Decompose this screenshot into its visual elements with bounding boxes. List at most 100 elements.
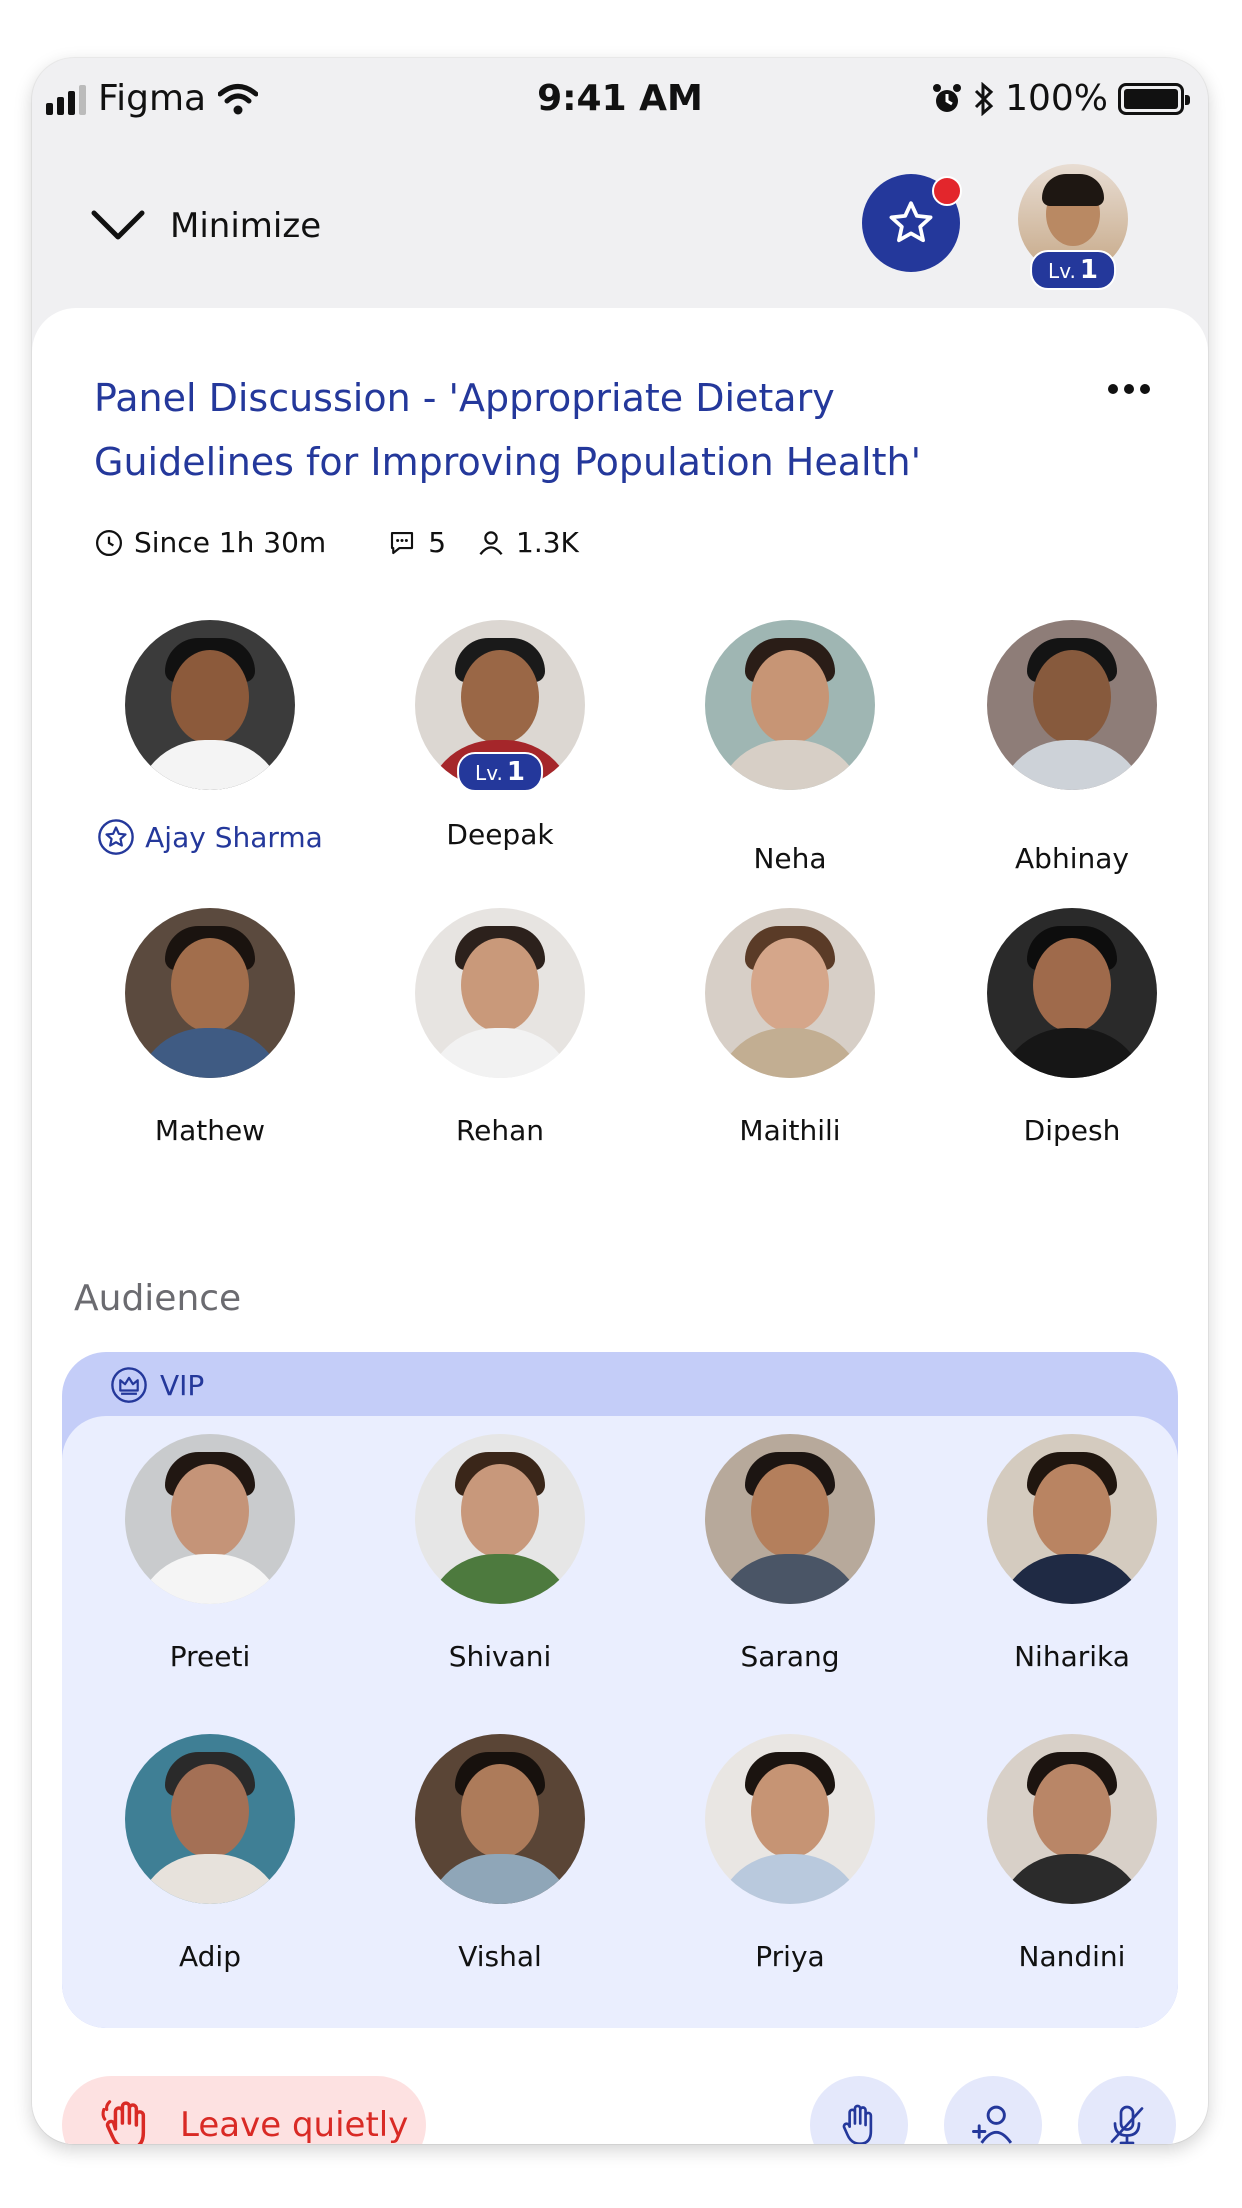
profile-level-prefix: Lv. <box>1048 259 1076 283</box>
level-prefix: Lv. <box>475 761 503 785</box>
audience-tile[interactable]: Niharika <box>952 1434 1178 1673</box>
speaker-name: Abhinay <box>1015 842 1129 875</box>
duration-meta: Since 1h 30m <box>94 526 326 559</box>
mic-off-icon <box>1110 2105 1144 2144</box>
bluetooth-icon <box>975 81 994 116</box>
favorites-button[interactable] <box>862 174 962 272</box>
raise-hand-button[interactable] <box>810 2076 908 2144</box>
alarm-icon <box>933 83 962 112</box>
raise-hand-icon <box>842 2104 873 2144</box>
avatar <box>125 1434 295 1604</box>
comments-meta: 5 <box>386 526 446 559</box>
avatar <box>987 620 1157 790</box>
room-card: Panel Discussion - 'Appropriate Dietary … <box>32 308 1208 2144</box>
room-title-line1: Panel Discussion - 'Appropriate Dietary <box>94 376 835 420</box>
profile-level-badge: Lv. 1 <box>1030 250 1116 290</box>
more-options-button[interactable] <box>1108 384 1150 394</box>
status-right: 100% <box>931 78 1190 119</box>
audience-name: Nandini <box>1018 1940 1126 1973</box>
battery-icon <box>1118 82 1190 115</box>
level-value: 1 <box>506 757 525 787</box>
audience-tile[interactable]: Nandini <box>952 1734 1178 1973</box>
since-label: Since 1h 30m <box>134 526 327 559</box>
speaker-name: Rehan <box>455 1114 545 1147</box>
avatar <box>987 1734 1157 1904</box>
speaker-tile[interactable]: Dipesh <box>952 908 1192 1147</box>
avatar <box>987 908 1157 1078</box>
speaker-name: Dipesh <box>1023 1114 1121 1147</box>
profile-avatar[interactable]: Lv. 1 <box>1018 164 1128 290</box>
audience-tile[interactable]: Vishal <box>380 1734 620 1973</box>
listeners-meta: 1.3K <box>476 526 579 559</box>
add-user-icon <box>972 2105 1013 2144</box>
minimize-button[interactable]: Minimize <box>90 206 321 246</box>
speaker-tile[interactable]: Rehan <box>380 908 620 1147</box>
speaker-level-badge: Lv. 1 <box>457 752 543 792</box>
audience-name: Priya <box>755 1940 825 1973</box>
audience-name: Adip <box>179 1940 241 1973</box>
speaker-tile[interactable]: Abhinay <box>952 620 1192 875</box>
audience-name: Niharika <box>1014 1640 1130 1673</box>
waving-hand-icon <box>101 2100 146 2144</box>
notification-dot <box>932 176 962 206</box>
avatar <box>125 1734 295 1904</box>
listeners-count: 1.3K <box>516 526 579 559</box>
avatar <box>987 1434 1157 1604</box>
header: Minimize Lv. 1 <box>32 142 1208 302</box>
star-icon <box>98 819 134 855</box>
vip-audience-grid: Preeti Shivani Sarang Niharika Adip Vish… <box>62 1416 1178 2028</box>
star-icon <box>889 201 933 243</box>
speaker-name-host: Ajay Sharma <box>90 818 330 856</box>
speaker-tile[interactable]: Mathew <box>90 908 330 1147</box>
audience-tile[interactable]: Adip <box>90 1734 330 1973</box>
battery-percent: 100% <box>1005 78 1108 119</box>
comments-count: 5 <box>428 526 447 559</box>
vip-section: VIP Preeti Shivani Sarang Niharika Adip … <box>62 1352 1178 2028</box>
avatar <box>705 1434 875 1604</box>
audience-tile[interactable]: Shivani <box>380 1434 620 1673</box>
speaker-name: Deepak <box>446 818 554 851</box>
speaker-name: Mathew <box>154 1114 266 1147</box>
speaker-tile[interactable]: Neha <box>670 620 910 875</box>
mic-off-button[interactable] <box>1078 2076 1176 2144</box>
speaker-name: Neha <box>753 842 827 875</box>
avatar <box>415 1734 585 1904</box>
speaker-tile[interactable]: Maithili <box>670 908 910 1147</box>
speaker-name: Maithili <box>739 1114 841 1147</box>
room-title-line2: Guidelines for Improving Population Heal… <box>94 440 922 484</box>
room-title: Panel Discussion - 'Appropriate Dietary … <box>94 366 994 494</box>
profile-level-value: 1 <box>1079 255 1098 285</box>
user-icon <box>479 530 503 555</box>
chat-icon <box>391 531 414 554</box>
avatar <box>705 1734 875 1904</box>
room-meta: Since 1h 30m 5 1.3K <box>94 526 639 559</box>
minimize-label: Minimize <box>170 206 322 246</box>
speaker-tile[interactable]: Ajay Sharma <box>90 620 330 856</box>
leave-quietly-button[interactable]: Leave quietly <box>62 2076 426 2144</box>
speaker-name: Ajay Sharma <box>145 820 323 854</box>
crown-icon <box>111 1367 147 1403</box>
phone-screen: Figma 9:41 AM 100% Minimize Lv. 1 Panel … <box>32 58 1208 2144</box>
audience-name: Shivani <box>448 1640 552 1673</box>
audience-title: Audience <box>74 1278 242 1319</box>
avatar <box>705 908 875 1078</box>
audience-tile[interactable]: Priya <box>670 1734 910 1973</box>
avatar <box>125 620 295 790</box>
invite-user-button[interactable] <box>944 2076 1042 2144</box>
audience-tile[interactable]: Sarang <box>670 1434 910 1673</box>
audience-name: Preeti <box>169 1640 251 1673</box>
clock-icon <box>96 529 122 556</box>
avatar <box>125 908 295 1078</box>
avatar <box>415 908 585 1078</box>
speaker-tile[interactable]: Lv. 1 Deepak <box>380 620 620 851</box>
avatar <box>415 1434 585 1604</box>
leave-label: Leave quietly <box>180 2105 409 2144</box>
chevron-down-icon <box>91 210 145 240</box>
avatar <box>705 620 875 790</box>
vip-label: VIP <box>110 1366 204 1404</box>
audience-name: Sarang <box>740 1640 840 1673</box>
audience-name: Vishal <box>458 1940 542 1973</box>
audience-tile[interactable]: Preeti <box>90 1434 330 1673</box>
status-bar: Figma 9:41 AM 100% <box>32 58 1208 142</box>
vip-text: VIP <box>160 1368 205 1402</box>
